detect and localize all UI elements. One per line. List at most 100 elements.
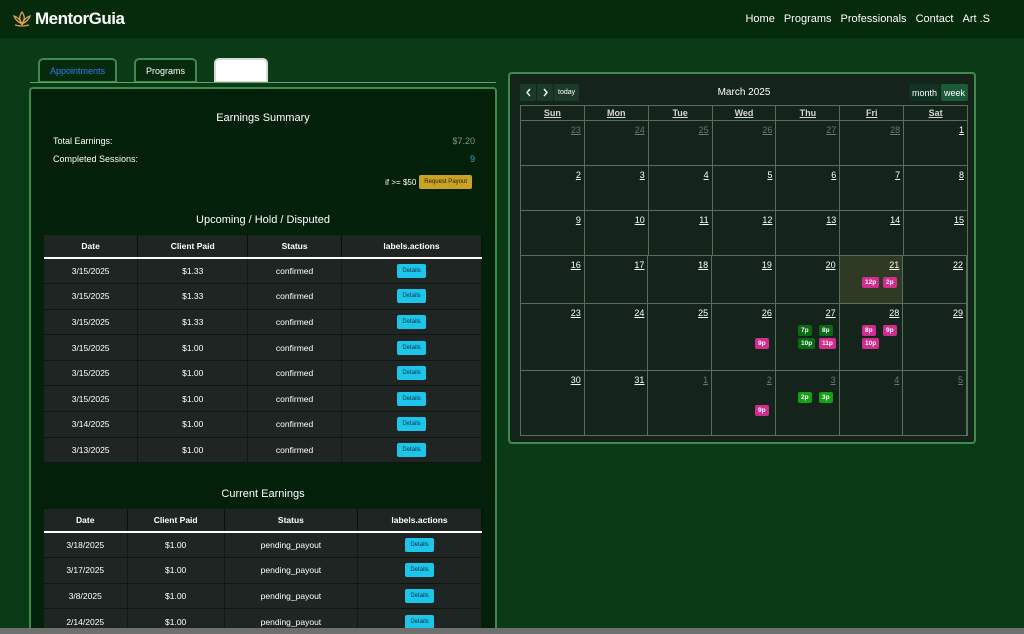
calendar-day-cell[interactable]: 4 (649, 166, 713, 210)
details-button[interactable]: Details (397, 417, 426, 432)
day-number[interactable]: 21 (889, 260, 899, 270)
nav-link-contact[interactable]: Contact (916, 13, 954, 25)
day-number[interactable]: 25 (699, 125, 709, 135)
calendar-day-cell[interactable]: 12 (713, 211, 777, 255)
day-number[interactable]: 31 (634, 375, 644, 385)
calendar-day-cell[interactable]: 25 (649, 121, 713, 165)
calendar-day-cell[interactable]: 1 (648, 371, 713, 436)
calendar-day-cell[interactable]: 30 (521, 371, 585, 436)
calendar-day-cell[interactable]: 1 (904, 121, 967, 165)
calendar-event[interactable]: 2p (798, 392, 812, 403)
day-number[interactable]: 23 (571, 125, 581, 135)
day-number[interactable]: 18 (698, 260, 708, 270)
calendar-day-cell[interactable]: 5 (713, 166, 777, 210)
day-number[interactable]: 4 (894, 375, 899, 385)
day-number[interactable]: 27 (826, 125, 836, 135)
calendar-day-cell[interactable]: 3 (776, 371, 840, 436)
day-number[interactable]: 19 (762, 260, 772, 270)
calendar-day-cell[interactable]: 22 (903, 256, 968, 303)
calendar-event[interactable]: 8p (819, 325, 833, 336)
next-month-button[interactable] (537, 84, 553, 101)
calendar-day-cell[interactable]: 26 (712, 304, 776, 370)
calendar-day-cell[interactable]: 27 (776, 121, 841, 165)
calendar-event[interactable]: 11p (819, 338, 836, 349)
day-number[interactable]: 7 (895, 170, 900, 180)
day-number[interactable]: 5 (958, 375, 963, 385)
details-button[interactable]: Details (397, 264, 426, 279)
calendar-day-cell[interactable]: 20 (776, 256, 840, 303)
day-number[interactable]: 5 (767, 170, 772, 180)
nav-link-home[interactable]: Home (745, 13, 774, 25)
calendar-day-cell[interactable]: 6 (776, 166, 841, 210)
day-number[interactable]: 17 (634, 260, 644, 270)
calendar-day-cell[interactable]: 23 (521, 304, 585, 370)
day-number[interactable]: 16 (571, 260, 581, 270)
calendar-day-cell[interactable]: 7 (840, 166, 905, 210)
calendar-day-cell[interactable]: 11 (649, 211, 713, 255)
calendar-day-cell[interactable]: 18 (648, 256, 713, 303)
calendar-event[interactable]: 3p (819, 392, 833, 403)
day-number[interactable]: 13 (826, 215, 836, 225)
nav-link-professionals[interactable]: Professionals (841, 13, 907, 25)
day-number[interactable]: 4 (704, 170, 709, 180)
calendar-day-cell[interactable]: 2 (712, 371, 776, 436)
day-number[interactable]: 26 (762, 125, 772, 135)
tab-programs[interactable]: Programs (134, 58, 198, 83)
calendar-day-cell[interactable]: 14 (840, 211, 905, 255)
calendar-day-cell[interactable]: 8 (904, 166, 967, 210)
day-number[interactable]: 28 (890, 125, 900, 135)
calendar-day-cell[interactable]: 3 (585, 166, 649, 210)
details-button[interactable]: Details (397, 289, 426, 304)
day-number[interactable]: 12 (762, 215, 772, 225)
day-number[interactable]: 2 (767, 375, 772, 385)
view-month-button[interactable]: month (908, 84, 940, 101)
day-number[interactable]: 15 (954, 215, 964, 225)
calendar-event[interactable]: 7p (798, 325, 812, 336)
calendar-day-cell[interactable]: 4 (840, 371, 904, 436)
day-number[interactable]: 3 (831, 375, 836, 385)
day-number[interactable]: 29 (953, 308, 963, 318)
tab-appointments[interactable]: Appointments (38, 58, 118, 83)
details-button[interactable]: Details (397, 391, 426, 406)
details-button[interactable]: Details (405, 588, 434, 603)
day-number[interactable]: 8 (959, 170, 964, 180)
details-button[interactable]: Details (397, 366, 426, 381)
day-number[interactable]: 1 (703, 375, 708, 385)
day-number[interactable]: 11 (699, 215, 708, 225)
calendar-day-cell[interactable]: 23 (521, 121, 585, 165)
day-number[interactable]: 25 (698, 308, 708, 318)
calendar-day-cell[interactable]: 13 (776, 211, 841, 255)
day-number[interactable]: 23 (571, 308, 581, 318)
tab-blank[interactable] (214, 58, 269, 83)
calendar-event[interactable]: 2p (883, 277, 897, 288)
calendar-day-cell[interactable]: 25 (648, 304, 713, 370)
request-payout-button[interactable]: Request Payout (419, 175, 472, 189)
view-week-button[interactable]: week (940, 84, 968, 101)
day-number[interactable]: 1 (959, 125, 964, 135)
calendar-event[interactable]: 8p (862, 325, 876, 336)
calendar-day-cell[interactable]: 16 (521, 256, 585, 303)
day-number[interactable]: 14 (890, 215, 900, 225)
calendar-event[interactable]: 9p (755, 338, 769, 349)
calendar-day-cell[interactable]: 26 (713, 121, 777, 165)
details-button[interactable]: Details (397, 314, 426, 329)
brand[interactable]: MentorGuia (12, 9, 125, 29)
day-number[interactable]: 20 (826, 260, 836, 270)
nav-link-user[interactable]: Art .S (962, 13, 990, 25)
calendar-day-cell[interactable]: 28 (840, 121, 905, 165)
calendar-day-cell[interactable]: 29 (903, 304, 968, 370)
calendar-day-cell[interactable]: 24 (585, 304, 649, 370)
calendar-day-cell[interactable]: 10 (585, 211, 649, 255)
day-number[interactable]: 2 (576, 170, 581, 180)
calendar-day-cell[interactable]: 27 (776, 304, 840, 370)
day-number[interactable]: 28 (889, 308, 899, 318)
details-button[interactable]: Details (397, 442, 426, 457)
today-button[interactable]: today (554, 84, 580, 101)
calendar-day-cell[interactable]: 17 (585, 256, 649, 303)
calendar-day-cell[interactable]: 15 (904, 211, 967, 255)
calendar-event[interactable]: 12p (862, 277, 880, 288)
calendar-event[interactable]: 10p (862, 338, 880, 349)
details-button[interactable]: Details (397, 340, 426, 355)
details-button[interactable]: Details (405, 538, 434, 553)
day-number[interactable]: 10 (635, 215, 645, 225)
